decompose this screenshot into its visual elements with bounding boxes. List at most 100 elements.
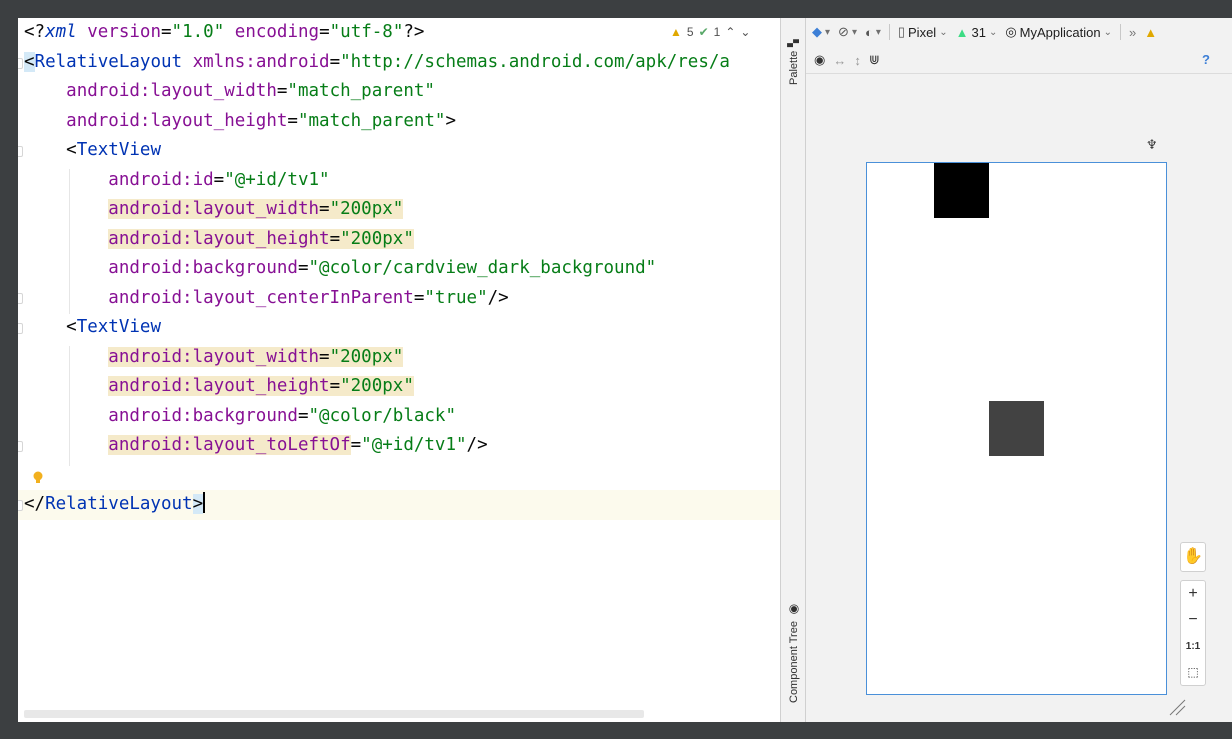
code-line[interactable]: android:layout_width="200px" bbox=[18, 343, 780, 373]
code-token: "@color/black" bbox=[308, 405, 457, 426]
code-line[interactable]: android:id="@+id/tv1" bbox=[18, 166, 780, 196]
code-token: "@+id/tv1" bbox=[361, 435, 467, 455]
warning-icon[interactable]: ▲ bbox=[1144, 25, 1157, 40]
code-line[interactable]: android:layout_width="200px" bbox=[18, 195, 780, 225]
code-line[interactable]: android:layout_centerInParent="true"/> bbox=[18, 284, 780, 314]
horizontal-arrows-icon[interactable]: ↔ bbox=[833, 53, 846, 68]
textview-black[interactable] bbox=[934, 163, 989, 218]
textview-tv1[interactable] bbox=[989, 401, 1044, 456]
code-token: version bbox=[87, 22, 161, 42]
hand-icon[interactable]: ✋ bbox=[1181, 543, 1205, 569]
fold-marker[interactable] bbox=[18, 293, 23, 304]
code-line[interactable]: android:layout_toLeftOf="@+id/tv1"/> bbox=[18, 431, 780, 461]
code-line[interactable]: <?xml version="1.0" encoding="utf-8"?> bbox=[18, 18, 780, 48]
code-line[interactable]: <TextView bbox=[18, 313, 780, 343]
previous-highlight-icon[interactable]: ⌃ bbox=[725, 25, 735, 39]
code-token: /> bbox=[487, 287, 509, 308]
fold-marker[interactable] bbox=[18, 323, 23, 334]
layout-design-panel[interactable]: ◆ ▾ ⊘ ▾ ◐ ▾ ▯ Pixel ⌄ ▲ 31 ⌄ ◎ MyApplicatio… bbox=[806, 18, 1232, 722]
magnet-icon[interactable]: ⋓ bbox=[869, 52, 880, 68]
fold-marker[interactable] bbox=[18, 58, 23, 69]
code-token: "match_parent" bbox=[297, 110, 446, 131]
code-token: = bbox=[350, 435, 362, 455]
zoom-in-button[interactable]: + bbox=[1181, 581, 1205, 607]
code-line[interactable] bbox=[18, 461, 780, 491]
window-frame-top bbox=[0, 0, 1232, 18]
window-frame-left bbox=[0, 0, 18, 739]
layers-icon[interactable]: ◆ ▾ bbox=[812, 24, 830, 40]
vertical-arrows-icon[interactable]: ↕ bbox=[854, 53, 861, 68]
zoom-fit-button[interactable]: ⬚ bbox=[1181, 659, 1205, 685]
code-token: = bbox=[329, 228, 341, 249]
code-token: "1.0" bbox=[171, 22, 225, 42]
component-tree-tab[interactable]: Component Tree ◉ bbox=[781, 593, 807, 713]
orientation-icon[interactable]: ⊘ ▾ bbox=[838, 24, 857, 40]
code-line[interactable]: android:layout_width="match_parent" bbox=[18, 77, 780, 107]
inspection-status[interactable]: ▲ 5 ✔ 1 ⌃ ⌄ bbox=[670, 22, 750, 42]
more-icon[interactable]: » bbox=[1129, 25, 1136, 40]
device-label: Pixel bbox=[908, 24, 937, 40]
code-line[interactable]: <TextView bbox=[18, 136, 780, 166]
code-token: RelativeLayout bbox=[45, 494, 193, 514]
component-tree-icon: ◉ bbox=[787, 603, 801, 618]
code-line[interactable]: <RelativeLayout xmlns:android="http://sc… bbox=[18, 48, 780, 78]
weak-warning-count: 1 bbox=[713, 25, 721, 39]
horizontal-scrollbar[interactable] bbox=[24, 710, 644, 718]
xml-editor[interactable]: </RelativeLayout> android:layout_toLeftO… bbox=[18, 18, 780, 722]
chevron-down-icon: ⌄ bbox=[1103, 26, 1112, 38]
code-token: = bbox=[319, 22, 330, 42]
code-line[interactable]: android:layout_height="200px" bbox=[18, 372, 780, 402]
help-icon[interactable]: ? bbox=[1202, 52, 1210, 67]
code-token: "200px" bbox=[329, 199, 404, 219]
code-token: /> bbox=[466, 435, 488, 455]
next-highlight-icon[interactable]: ⌄ bbox=[740, 25, 750, 39]
api-level-selector[interactable]: ▲ 31 ⌄ bbox=[956, 25, 998, 40]
code-token: "200px" bbox=[329, 346, 404, 367]
code-token: android:layout_width bbox=[108, 346, 320, 367]
code-token: xml bbox=[45, 22, 77, 42]
palette-icon: ▚ bbox=[788, 39, 800, 47]
code-token: "200px" bbox=[340, 228, 414, 249]
text-caret bbox=[203, 492, 206, 513]
view-options-icon[interactable]: ◉ bbox=[814, 52, 825, 68]
pan-control[interactable]: ✋ bbox=[1180, 542, 1206, 572]
code-token: "utf-8" bbox=[329, 22, 404, 42]
code-line[interactable]: android:layout_height="200px" bbox=[18, 225, 780, 255]
zoom-out-button[interactable]: − bbox=[1181, 607, 1205, 633]
code-line[interactable]: android:layout_height="match_parent"> bbox=[18, 107, 780, 137]
device-selector[interactable]: ▯ Pixel ⌄ bbox=[898, 24, 948, 40]
fold-marker[interactable] bbox=[18, 500, 23, 511]
night-mode-icon[interactable]: ◐ ▾ bbox=[865, 25, 881, 40]
code-token: "true" bbox=[424, 287, 488, 308]
code-token: encoding bbox=[234, 22, 320, 42]
device-preview[interactable] bbox=[866, 162, 1167, 695]
palette-tab[interactable]: Palette ▚ bbox=[781, 22, 807, 102]
pin-icon[interactable]: ♆ bbox=[1146, 138, 1158, 153]
code-token: TextView bbox=[76, 140, 161, 160]
code-token: xmlns:android bbox=[192, 51, 330, 72]
resize-grip-icon[interactable] bbox=[1168, 698, 1186, 716]
fold-marker[interactable] bbox=[18, 441, 23, 452]
theme-selector[interactable]: ◎ MyApplication ⌄ bbox=[1005, 24, 1112, 40]
lightbulb-icon[interactable] bbox=[32, 470, 44, 486]
chevron-down-icon: ⌄ bbox=[939, 26, 948, 38]
code-token: "200px" bbox=[340, 376, 414, 396]
fold-marker[interactable] bbox=[18, 146, 23, 157]
code-token: = bbox=[161, 22, 172, 42]
code-token: = bbox=[297, 405, 309, 426]
code-token: = bbox=[297, 258, 309, 278]
code-line[interactable]: android:background="@color/black" bbox=[18, 402, 780, 432]
api-level-label: 31 bbox=[971, 24, 986, 40]
code-token: = bbox=[329, 376, 341, 396]
theme-icon: ◎ bbox=[1005, 24, 1017, 39]
code-line[interactable]: android:background="@color/cardview_dark… bbox=[18, 254, 780, 284]
code-line[interactable]: </RelativeLayout> bbox=[18, 490, 780, 520]
zoom-reset-button[interactable]: 1:1 bbox=[1181, 633, 1205, 659]
toolbar-separator bbox=[1120, 24, 1121, 40]
code-token: = bbox=[319, 346, 330, 367]
